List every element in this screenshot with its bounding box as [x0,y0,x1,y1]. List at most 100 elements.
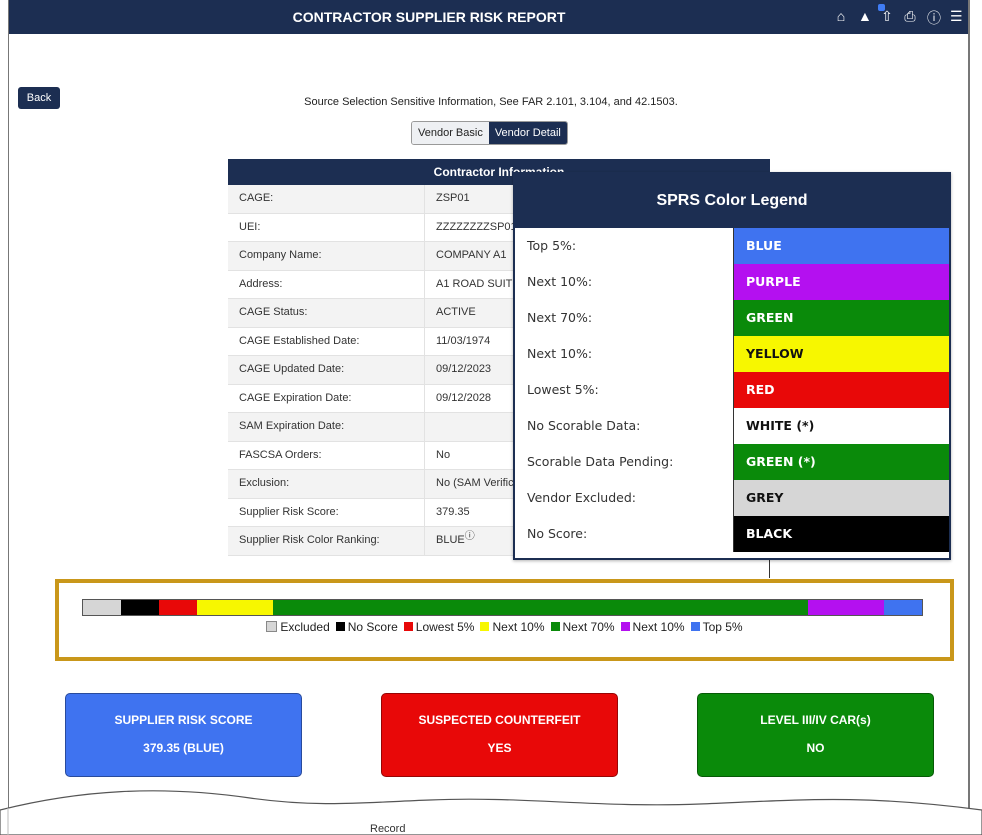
info-value: BLUE [436,534,465,546]
legend-swatch-icon [335,622,345,632]
legend-label: No Score: [515,516,734,552]
score-scale-bar [82,599,923,616]
scale-segment [272,600,809,615]
summary-card[interactable]: LEVEL III/IV CAR(s) NO [697,693,934,777]
legend-row: No Score: BLACK [515,516,949,552]
page-right-edge [968,0,970,835]
header-bar: CONTRACTOR SUPPLIER RISK REPORT ⌂ ▲ ⇧ ⎙ … [9,0,968,34]
legend-color-value: BLUE [734,228,949,264]
vendor-view-toggle: Vendor Basic Vendor Detail [411,121,568,145]
legend-color-value: WHITE (*) [734,408,949,444]
info-value: ACTIVE [436,306,476,318]
legend-row: Vendor Excluded: GREY [515,480,949,516]
legend-row: Lowest 5%: RED [515,372,949,408]
summary-card-title: SUSPECTED COUNTERFEIT [418,713,581,727]
menu-icon[interactable]: ☰ [950,8,963,28]
score-scale-panel: Excluded No Score Lowest 5% Next 10% Next 70… [55,579,954,661]
info-label: CAGE Expiration Date: [228,384,425,412]
color-legend-title: SPRS Color Legend [515,174,949,228]
legend-color-value: RED [734,372,949,408]
scale-legend-label: Excluded [280,620,330,634]
legend-row: Next 70%: GREEN [515,300,949,336]
header-toolbar: ⌂ ▲ ⇧ ⎙ ⓘ ☰ [835,4,963,28]
legend-color-value: GREY [734,480,949,516]
legend-color-value: PURPLE [734,264,949,300]
scale-segment [884,600,922,615]
legend-color-value: GREEN [734,300,949,336]
scale-legend-label: Next 70% [562,620,615,634]
legend-color-value: YELLOW [734,336,949,372]
scale-legend-item: Next 10% [620,620,685,634]
info-value: 09/12/2023 [436,363,492,375]
summary-card-value: 379.35 (BLUE) [143,741,224,755]
info-value: ZZZZZZZZSP01 [436,220,517,233]
page-left-edge [8,0,9,835]
summary-card-value: YES [487,741,512,755]
info-value: ZSP01 [436,192,470,204]
legend-swatch-icon [480,622,490,632]
legend-label: Next 10%: [515,264,734,300]
scale-legend-label: Next 10% [492,620,545,634]
legend-label: Next 10%: [515,336,734,372]
legend-row: Top 5%: BLUE [515,228,949,264]
legend-color-value: BLACK [734,516,949,552]
home-icon[interactable]: ⌂ [835,8,847,28]
info-value: No [436,448,451,461]
torn-page-edge: Record [0,790,982,835]
summary-card-title: SUPPLIER RISK SCORE [114,713,253,727]
legend-row: Next 10%: YELLOW [515,336,949,372]
legend-row: No Scorable Data: WHITE (*) [515,408,949,444]
info-label: CAGE: [228,185,425,213]
info-value [425,413,436,441]
info-value: No (SAM Verific [436,477,514,489]
info-value: 379.35 [436,505,470,518]
scale-legend-item: No Score [335,620,398,634]
info-value: COMPANY A1 [436,249,507,261]
legend-label: No Scorable Data: [515,408,734,444]
legend-swatch-icon [266,621,278,633]
scale-legend-label: Lowest 5% [415,620,475,634]
print-icon[interactable]: ⎙ [904,8,916,28]
scale-legend-label: No Score [347,620,398,634]
info-label: Exclusion: [228,470,425,498]
legend-label: Top 5%: [515,228,734,264]
legend-row: Next 10%: PURPLE [515,264,949,300]
info-label: Address: [228,270,425,298]
help-icon[interactable]: ⓘ [927,8,941,28]
legend-swatch-icon [550,622,560,632]
vendor-detail-tab[interactable]: Vendor Detail [488,122,567,144]
legend-label: Next 70%: [515,300,734,336]
legend-label: Lowest 5%: [515,372,734,408]
export-icon[interactable]: ⇧ [881,8,893,28]
legend-row: Scorable Data Pending: GREEN (*) [515,444,949,480]
info-label: SAM Expiration Date: [228,413,425,441]
legend-swatch-icon [403,622,413,632]
notifications-icon[interactable]: ▲ [858,4,885,28]
summary-card-value: NO [806,741,825,755]
summary-card[interactable]: SUPPLIER RISK SCORE 379.35 (BLUE) [65,693,302,777]
vendor-basic-tab[interactable]: Vendor Basic [412,122,489,144]
footer-partial-text: Record [370,823,405,835]
scale-legend-item: Next 70% [550,620,615,634]
info-label: Supplier Risk Color Ranking: [228,527,425,555]
summary-card[interactable]: SUSPECTED COUNTERFEIT YES [381,693,618,777]
summary-card-title: LEVEL III/IV CAR(s) [760,713,871,727]
info-label: UEI: [228,213,425,241]
color-ranking-help-icon[interactable]: ⓘ [465,527,475,555]
scale-legend-label: Next 10% [632,620,685,634]
legend-color-value: GREEN (*) [734,444,949,480]
scale-legend-item: Lowest 5% [403,620,475,634]
scale-legend-item: Next 10% [480,620,545,634]
info-value: 11/03/1974 [436,334,491,347]
scale-segment [808,600,884,615]
scale-legend-item: Top 5% [690,620,743,634]
info-label: FASCSA Orders: [228,441,425,469]
scale-segment [120,600,159,615]
scale-legend-label: Top 5% [702,620,743,634]
score-scale-legend: Excluded No Score Lowest 5% Next 10% Next 70… [59,620,950,634]
info-label: CAGE Status: [228,299,425,327]
legend-swatch-icon [690,622,700,632]
scale-legend-item: Excluded [266,620,330,634]
page-title: CONTRACTOR SUPPLIER RISK REPORT [292,9,566,25]
color-legend-popup: SPRS Color Legend Top 5%: BLUE Next 10%: PU… [513,172,951,560]
